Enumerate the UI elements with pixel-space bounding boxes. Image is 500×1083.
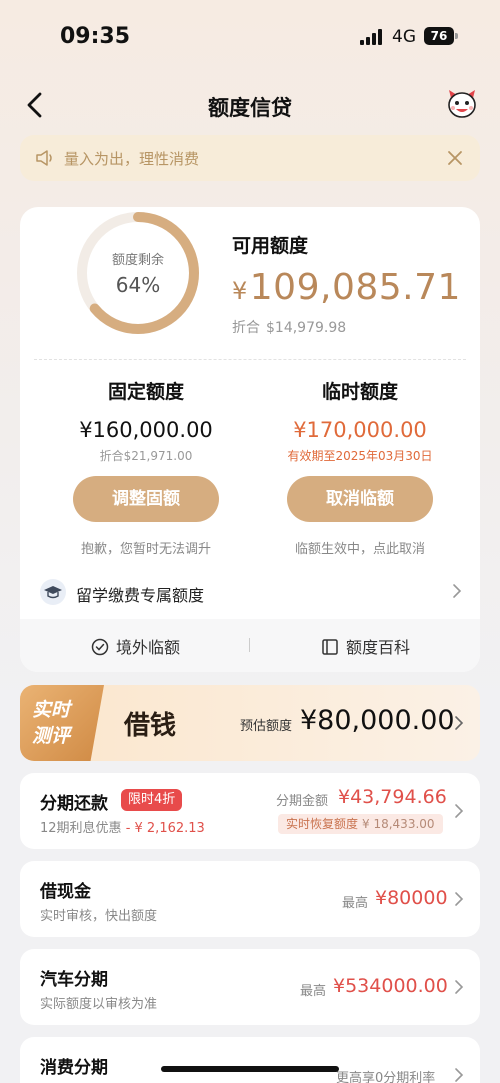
equivalent-label: 折合 [232, 320, 260, 336]
chevron-right-icon [455, 892, 464, 906]
cash-loan-title: 借现金 [40, 882, 91, 902]
notice-close-button[interactable] [444, 147, 466, 169]
credit-card: 额度剩余 64% 可用额度 ¥109,085.71 折合 $14,979.98 固… [20, 207, 480, 672]
overseas-temp-link[interactable]: 境外临额 [90, 634, 180, 658]
badge-line-1: 实时 [32, 699, 71, 721]
overseas-temp-label: 境外临额 [116, 638, 181, 657]
refresh-check-icon [91, 638, 109, 656]
installment-sub-prefix: 12期利息优惠 [40, 821, 122, 836]
badge-line-2: 测评 [32, 725, 71, 747]
fixed-credit-column: 固定额度 ¥160,000.00 折合$21,971.00 调整固额 抱歉，您暂… [46, 377, 246, 557]
car-installment-sub: 实际额度以审核为准 [40, 997, 158, 1012]
notice-text: 量入为出，理性消费 [64, 150, 200, 168]
status-time: 09:35 [60, 24, 131, 49]
fixed-credit-equivalent: 折合$21,971.00 [99, 449, 193, 463]
notice-bar: 量入为出，理性消费 [20, 135, 480, 181]
nav-bar: 额度信贷 [0, 80, 500, 130]
borrow-estimate-label: 预估额度 [240, 719, 293, 734]
ring-percent: 64% [115, 273, 161, 297]
fixed-credit-title: 固定额度 [107, 381, 184, 403]
available-value: 109,085.71 [249, 267, 461, 308]
credit-wiki-label: 额度百科 [346, 638, 411, 657]
cancel-temp-button[interactable]: 取消临额 [287, 476, 433, 522]
temp-credit-note[interactable]: 临额生效中，点此取消 [260, 538, 460, 557]
study-abroad-row[interactable]: 留学缴费专属额度 [34, 572, 466, 612]
divider [34, 359, 466, 360]
book-icon [322, 639, 338, 655]
installment-sub: 12期利息优惠 - ¥ 2,162.13 [40, 817, 205, 836]
realtime-eval-text: 实时 测评 [32, 697, 92, 749]
chevron-right-icon [455, 716, 464, 730]
consumer-rate-label: 更高享0分期利率 [336, 1071, 436, 1083]
installment-discount: - ¥ 2,162.13 [125, 821, 205, 836]
close-icon [448, 151, 462, 165]
borrow-title: 借钱 [124, 711, 177, 741]
cash-loan-card[interactable]: 借现金 实时审核，快出额度 最高 ¥80000 [20, 861, 480, 937]
ring-label: 额度剩余 [111, 253, 164, 268]
cash-loan-sub: 实时审核，快出额度 [40, 909, 158, 924]
borrow-banner[interactable]: 实时测评 借钱 预估额度 ¥80,000.00 [20, 685, 480, 761]
battery-tip [455, 33, 458, 39]
cash-max-amount: ¥80000 [375, 887, 448, 909]
signal-icon [360, 29, 384, 45]
speaker-icon [36, 150, 52, 166]
temp-credit-amount: ¥170,000.00 [293, 418, 427, 442]
chevron-right-icon [453, 584, 462, 598]
credit-wiki-link[interactable]: 额度百科 [320, 634, 410, 658]
promo-tag: 限时4折 [121, 789, 183, 811]
fixed-credit-note: 抱歉，您暂时无法调升 [80, 542, 211, 557]
temp-credit-expiry: 有效期至2025年03月30日 [287, 449, 433, 463]
fixed-credit-amount: ¥160,000.00 [79, 418, 213, 442]
consumer-installment-title: 消费分期 [40, 1058, 108, 1078]
cash-max-label: 最高 [342, 896, 369, 911]
chevron-right-icon [455, 1068, 464, 1082]
mascot-icon [448, 90, 476, 118]
installment-title: 分期还款 [40, 794, 108, 814]
chevron-right-icon [455, 980, 464, 994]
mascot-button[interactable] [444, 86, 480, 122]
available-label: 可用额度 [232, 235, 309, 257]
car-max-amount: ¥534000.00 [333, 975, 448, 997]
restore-amount: ¥ 18,433.00 [362, 817, 435, 831]
installment-card[interactable]: 分期还款 限时4折 12期利息优惠 - ¥ 2,162.13 分期金额 ¥43,… [20, 773, 480, 849]
adjust-fixed-button[interactable]: 调整固额 [73, 476, 219, 522]
temp-credit-column: 临时额度 ¥170,000.00 有效期至2025年03月30日 取消临额 临额… [260, 377, 460, 557]
available-equivalent: 折合 $14,979.98 [232, 317, 346, 337]
currency-symbol: ¥ [232, 277, 248, 305]
installment-amount: ¥43,794.66 [338, 786, 447, 808]
available-amount: ¥109,085.71 [232, 267, 461, 308]
graduation-cap-icon [40, 579, 66, 605]
consumer-installment-card[interactable]: 消费分期 更高享0分期利率 [20, 1037, 480, 1083]
network-label: 4G [392, 27, 416, 47]
bottom-links: 境外临额 额度百科 [20, 619, 480, 672]
car-max-label: 最高 [300, 984, 327, 999]
restore-label: 实时恢复额度 [286, 817, 359, 831]
status-bar: 09:35 4G 76 [0, 0, 500, 70]
battery-icon: 76 [424, 27, 454, 45]
restore-credit-tag: 实时恢复额度 ¥ 18,433.00 [278, 814, 443, 834]
link-divider [249, 638, 250, 652]
car-installment-card[interactable]: 汽车分期 实际额度以审核为准 最高 ¥534000.00 [20, 949, 480, 1025]
study-abroad-label: 留学缴费专属额度 [76, 586, 205, 605]
chevron-right-icon [455, 804, 464, 818]
borrow-estimate-amount: ¥80,000.00 [300, 705, 455, 736]
car-installment-title: 汽车分期 [40, 970, 108, 990]
temp-credit-title: 临时额度 [321, 381, 398, 403]
equivalent-amount: $14,979.98 [266, 320, 347, 336]
page-title: 额度信贷 [208, 96, 292, 120]
installment-amount-label: 分期金额 [276, 794, 329, 809]
home-indicator[interactable] [161, 1066, 339, 1072]
